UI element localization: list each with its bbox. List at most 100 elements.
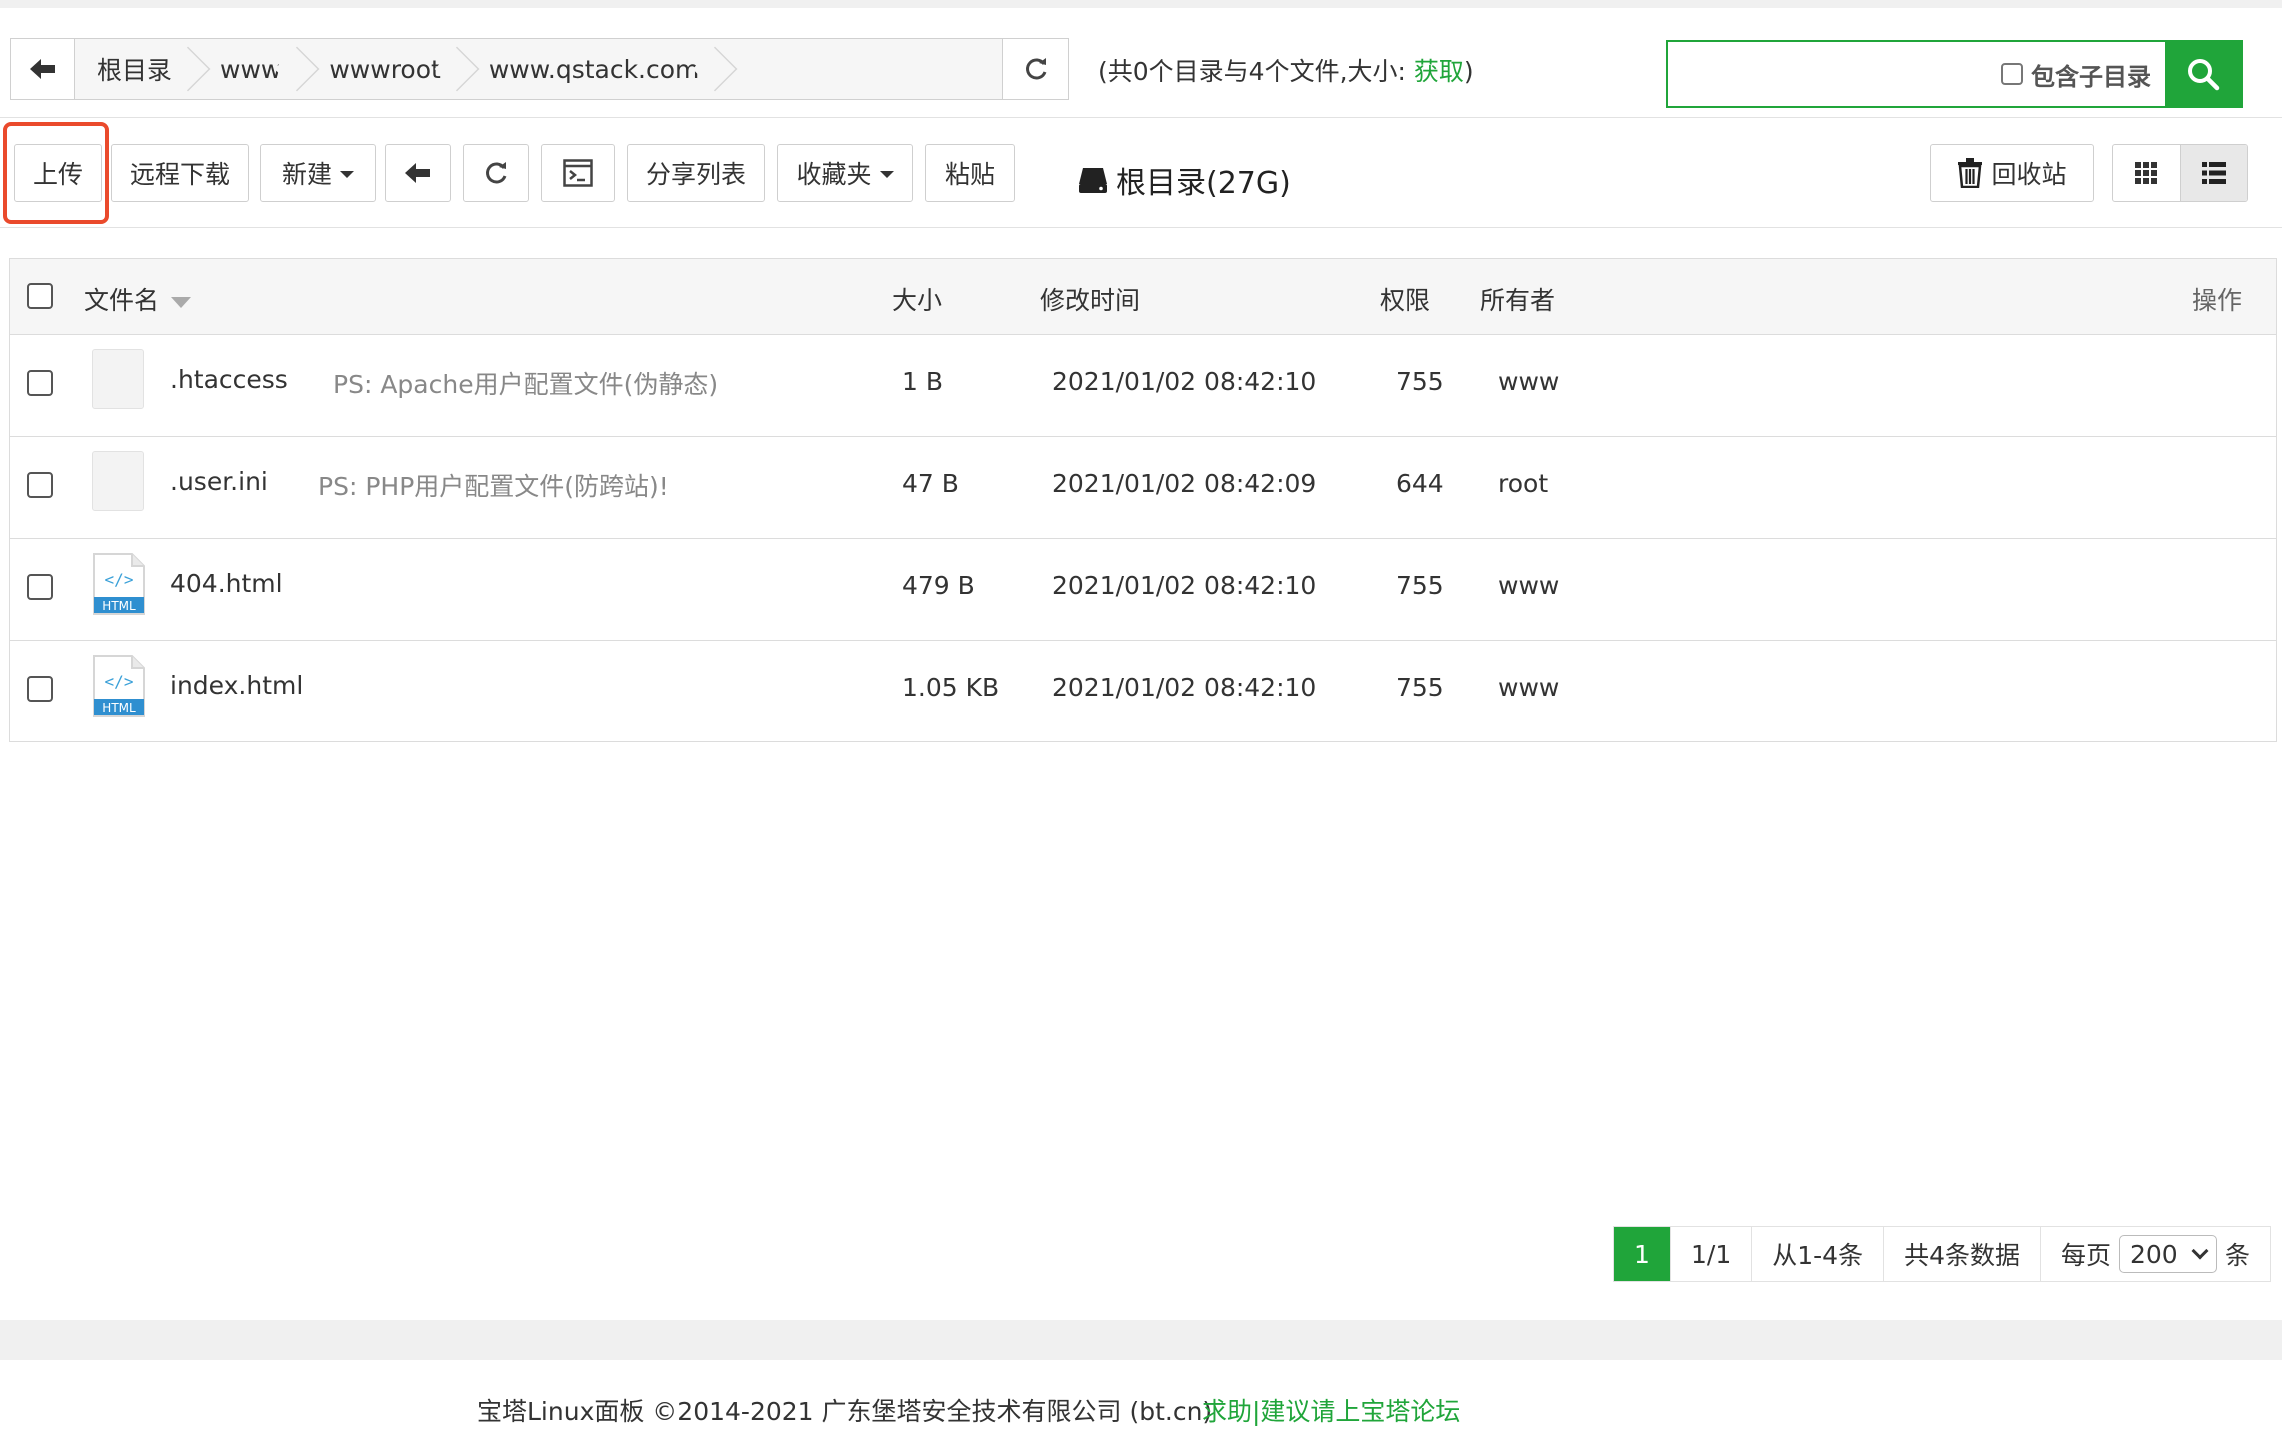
crumb-root[interactable]: 根目录: [75, 39, 199, 99]
file-mtime: 2021/01/02 08:42:10: [1052, 367, 1317, 396]
row-checkbox[interactable]: [27, 676, 53, 702]
table-row[interactable]: </> HTML 404.html 479 B 2021/01/02 08:42…: [10, 539, 2276, 641]
page-count: 1/1: [1670, 1227, 1751, 1281]
svg-text:</>: </>: [105, 570, 134, 589]
file-name[interactable]: .htaccess: [170, 365, 288, 394]
per-page-value: 200: [2130, 1239, 2178, 1269]
per-page-label: 每页: [2060, 1241, 2111, 1270]
file-name[interactable]: index.html: [170, 671, 303, 700]
include-subdir-label: 包含子目录: [2031, 62, 2151, 91]
file-name[interactable]: 404.html: [170, 569, 283, 598]
file-mtime: 2021/01/02 08:42:10: [1052, 673, 1317, 702]
top-band: [0, 0, 2282, 8]
table-header: 文件名 大小 修改时间 权限 所有者 操作: [10, 259, 2276, 335]
get-size-link[interactable]: 获取: [1414, 57, 1464, 86]
blank-file-icon: [92, 349, 144, 409]
file-perm[interactable]: 644: [1396, 469, 1444, 498]
col-size-header[interactable]: 大小: [892, 281, 942, 317]
file-name[interactable]: .user.ini: [170, 467, 268, 496]
search-icon: [2188, 59, 2220, 91]
address-row: 根目录 www wwwroot www.qstack.com (共0个目录与4个…: [0, 8, 2282, 118]
path-back-button[interactable]: [11, 39, 75, 99]
file-owner[interactable]: www: [1498, 571, 1559, 600]
select-all-checkbox[interactable]: [27, 283, 53, 309]
search-input[interactable]: [1668, 42, 2001, 106]
dir-info-prefix: (共0个目录与4个文件,大小:: [1098, 57, 1414, 86]
page-current[interactable]: 1: [1614, 1227, 1670, 1281]
footer-band: [0, 1320, 2282, 1360]
row-checkbox[interactable]: [27, 574, 53, 600]
file-perm[interactable]: 755: [1396, 571, 1444, 600]
terminal-button[interactable]: [541, 144, 615, 202]
terminal-icon: [563, 159, 593, 187]
remote-download-button[interactable]: 远程下载: [111, 144, 249, 202]
per-page: 每页 200 条: [2039, 1227, 2270, 1281]
svg-text:HTML: HTML: [102, 701, 136, 715]
crumb-site[interactable]: www.qstack.com: [466, 39, 726, 99]
row-checkbox[interactable]: [27, 472, 53, 498]
search-box: 包含子目录: [1666, 40, 2243, 108]
disk-label: 根目录(27G): [1116, 166, 1291, 201]
list-view-button[interactable]: [2179, 145, 2247, 201]
file-perm[interactable]: 755: [1396, 367, 1444, 396]
file-owner[interactable]: www: [1498, 673, 1559, 702]
file-note: PS: Apache用户配置文件(伪静态): [333, 370, 719, 399]
file-mtime: 2021/01/02 08:42:10: [1052, 571, 1317, 600]
path-refresh-button[interactable]: [1002, 39, 1068, 99]
page-range: 从1-4条: [1751, 1227, 1883, 1281]
col-actions-header: 操作: [2192, 286, 2243, 315]
favorites-label: 收藏夹: [796, 160, 872, 189]
caret-down-icon: [340, 171, 354, 178]
file-owner[interactable]: www: [1498, 367, 1559, 396]
blank-file-icon: [92, 451, 144, 511]
col-name-header[interactable]: 文件名: [84, 281, 192, 317]
refresh-icon: [486, 162, 507, 184]
include-subdir-checkbox[interactable]: [2001, 63, 2023, 85]
dir-info-suffix: ): [1463, 57, 1474, 86]
per-page-select[interactable]: 200: [2119, 1235, 2217, 1273]
new-label: 新建: [281, 160, 332, 189]
table-row[interactable]: .htaccess PS: Apache用户配置文件(伪静态) 1 B 2021…: [10, 335, 2276, 437]
col-owner-header: 所有者: [1480, 286, 1556, 315]
refresh-icon: [1025, 58, 1046, 80]
view-toggle: [2112, 144, 2248, 202]
crumb-www[interactable]: www: [198, 39, 308, 99]
share-list-button[interactable]: 分享列表: [627, 144, 765, 202]
chevron-down-icon: [2191, 1242, 2209, 1260]
file-size: 1 B: [902, 367, 944, 396]
file-owner[interactable]: root: [1498, 469, 1548, 498]
file-size: 47 B: [902, 469, 959, 498]
back-button[interactable]: [385, 144, 451, 202]
disk-selector[interactable]: 根目录(27G): [1078, 158, 1291, 202]
col-name-label: 文件名: [84, 286, 160, 315]
refresh-button[interactable]: [463, 144, 529, 202]
crumb-wwwroot[interactable]: wwwroot: [307, 39, 467, 99]
file-size: 1.05 KB: [902, 673, 1000, 702]
svg-text:HTML: HTML: [102, 599, 136, 613]
trash-icon: [1958, 158, 1983, 188]
grid-view-button[interactable]: [2113, 145, 2180, 201]
row-checkbox[interactable]: [27, 370, 53, 396]
search-button[interactable]: [2165, 42, 2241, 106]
footer-copyright: 宝塔Linux面板 ©2014-2021 广东堡塔安全技术有限公司 (bt.cn…: [477, 1397, 1213, 1426]
footer-help-link[interactable]: 求助|建议请上宝塔论坛: [1202, 1392, 1460, 1428]
breadcrumb: 根目录 www wwwroot www.qstack.com: [75, 39, 1002, 99]
col-mtime-header[interactable]: 修改时间: [1040, 281, 1140, 317]
table-row[interactable]: .user.ini PS: PHP用户配置文件(防跨站)! 47 B 2021/…: [10, 437, 2276, 539]
toolbar: 上传 远程下载 新建 分享列表 收藏夹 粘贴 根目录(27G) 回收站: [0, 118, 2282, 228]
col-perm-header: 权限: [1380, 286, 1431, 315]
recycle-bin-label: 回收站: [1991, 160, 2067, 189]
recycle-bin-button[interactable]: 回收站: [1930, 144, 2094, 202]
table-row[interactable]: </> HTML index.html 1.05 KB 2021/01/02 0…: [10, 641, 2276, 743]
new-dropdown-button[interactable]: 新建: [260, 144, 376, 202]
file-perm[interactable]: 755: [1396, 673, 1444, 702]
file-table: 文件名 大小 修改时间 权限 所有者 操作 .htaccess PS: Apac…: [9, 258, 2277, 742]
include-subdir-toggle[interactable]: 包含子目录: [2001, 42, 2165, 106]
upload-button[interactable]: 上传: [14, 144, 102, 202]
paste-button[interactable]: 粘贴: [925, 144, 1015, 202]
page-total: 共4条数据: [1883, 1227, 2040, 1281]
dir-info: (共0个目录与4个文件,大小: 获取): [1098, 52, 1474, 88]
favorites-dropdown-button[interactable]: 收藏夹: [777, 144, 913, 202]
hard-drive-icon: [1079, 168, 1107, 193]
html-file-icon: </> HTML: [93, 553, 145, 615]
